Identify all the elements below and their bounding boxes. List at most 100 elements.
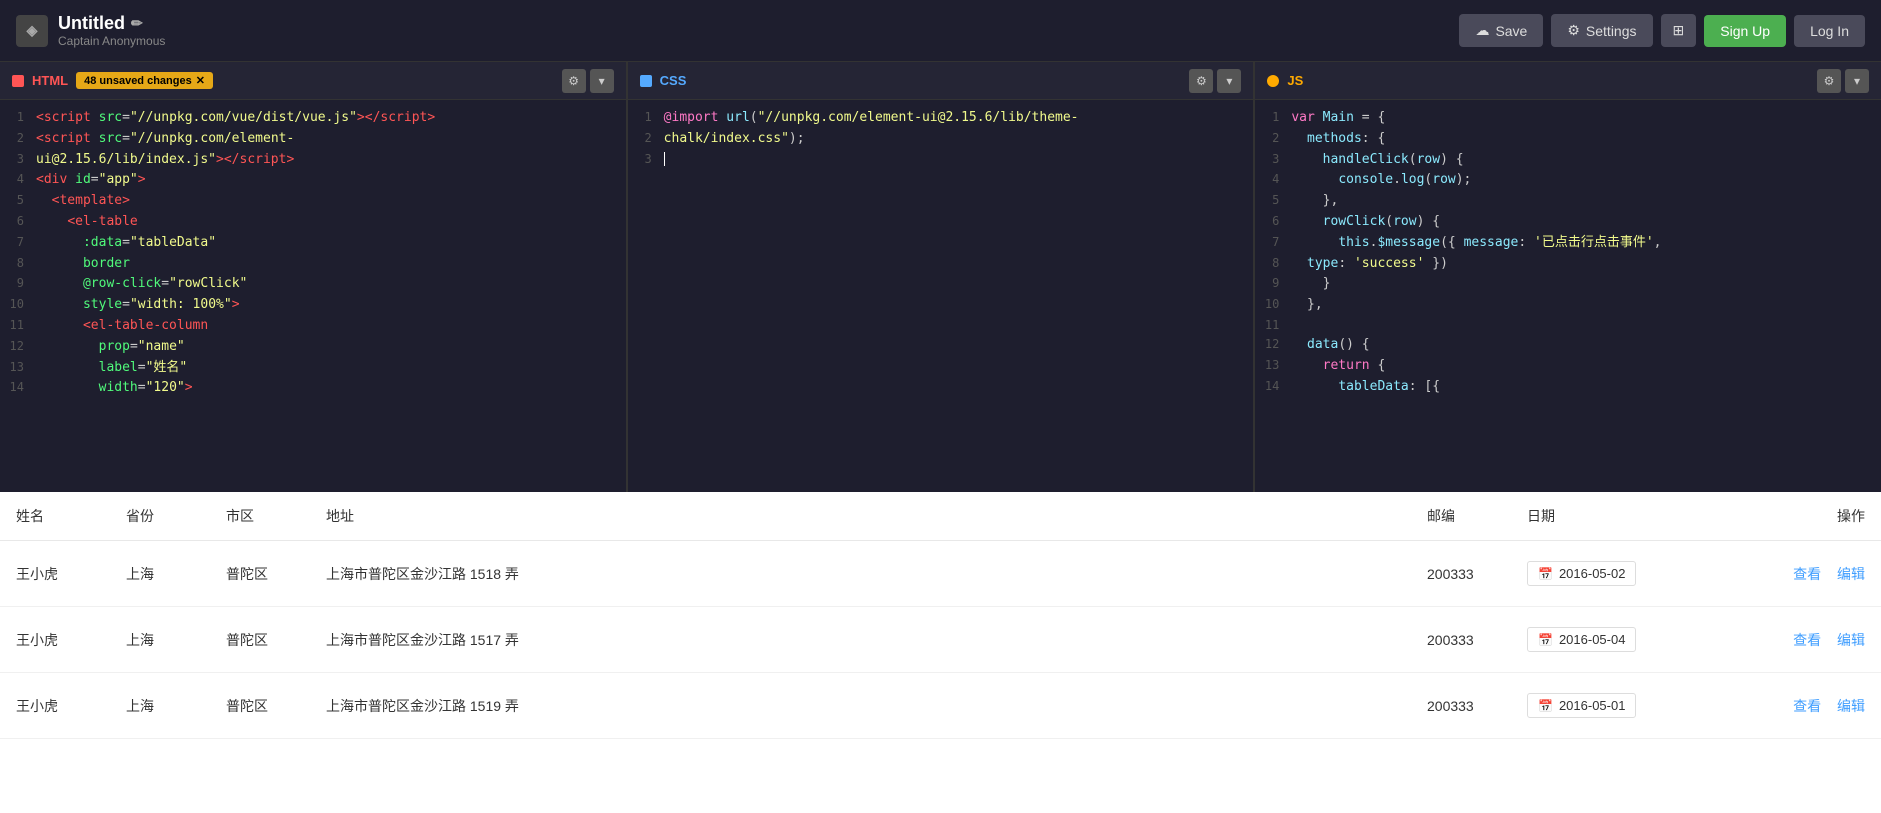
code-line: 12 data() {	[1255, 335, 1881, 356]
gear-icon: ⚙	[1567, 22, 1580, 39]
code-line: 1var Main = {	[1255, 108, 1881, 129]
js-code-area[interactable]: 1var Main = { 2 methods: { 3 handleClick…	[1255, 100, 1881, 492]
cloud-icon: ☁	[1475, 22, 1489, 39]
calendar-icon: 📅	[1538, 699, 1553, 713]
code-line: 3 handleClick(row) {	[1255, 150, 1881, 171]
html-panel-header: HTML 48 unsaved changes ✕ ⚙ ▾	[0, 62, 626, 100]
html-code-area[interactable]: 1<script src="//unpkg.com/vue/dist/vue.j…	[0, 100, 626, 492]
code-line: 7 :data="tableData"	[0, 233, 626, 254]
html-lang-label: HTML	[32, 73, 68, 88]
signup-button[interactable]: Sign Up	[1704, 15, 1786, 47]
login-button[interactable]: Log In	[1794, 15, 1865, 47]
cell-province: 上海	[110, 607, 210, 673]
topnav: ◈ Untitled ✏ Captain Anonymous ☁ Save ⚙ …	[0, 0, 1881, 62]
calendar-icon: 📅	[1538, 567, 1553, 581]
date-badge: 📅 2016-05-02	[1527, 561, 1636, 586]
grid-button[interactable]: ⊞	[1661, 14, 1697, 47]
cell-date: 📅 2016-05-04	[1511, 607, 1671, 673]
edit-button[interactable]: 编辑	[1837, 564, 1865, 584]
cell-name: 王小虎	[0, 673, 110, 739]
css-settings-icon[interactable]: ⚙	[1189, 69, 1213, 93]
code-line: 12 prop="name"	[0, 337, 626, 358]
css-panel-actions: ⚙ ▾	[1189, 69, 1241, 93]
js-panel-actions: ⚙ ▾	[1817, 69, 1869, 93]
code-line: 1@import url("//unpkg.com/element-ui@2.1…	[628, 108, 1254, 129]
view-button[interactable]: 查看	[1793, 564, 1821, 584]
view-button[interactable]: 查看	[1793, 630, 1821, 650]
code-line: 8 type: 'success' })	[1255, 254, 1881, 275]
js-dot	[1267, 75, 1279, 87]
table-header: 姓名 省份 市区 地址 邮编 日期 操作	[0, 492, 1881, 541]
view-button[interactable]: 查看	[1793, 696, 1821, 716]
code-line: 1<script src="//unpkg.com/vue/dist/vue.j…	[0, 108, 626, 129]
js-code-lines: 1var Main = { 2 methods: { 3 handleClick…	[1255, 100, 1881, 406]
edit-icon[interactable]: ✏	[131, 15, 143, 32]
col-city: 市区	[210, 492, 310, 541]
col-name: 姓名	[0, 492, 110, 541]
html-settings-icon[interactable]: ⚙	[562, 69, 586, 93]
cell-name: 王小虎	[0, 541, 110, 607]
cell-city: 普陀区	[210, 607, 310, 673]
cell-zip: 200333	[1411, 673, 1511, 739]
code-line: 9 }	[1255, 274, 1881, 295]
date-badge: 📅 2016-05-04	[1527, 627, 1636, 652]
cell-address: 上海市普陀区金沙江路 1519 弄	[310, 673, 1411, 739]
cell-date: 📅 2016-05-01	[1511, 673, 1671, 739]
js-chevron-icon[interactable]: ▾	[1845, 69, 1869, 93]
cell-name: 王小虎	[0, 607, 110, 673]
edit-button[interactable]: 编辑	[1837, 630, 1865, 650]
col-date: 日期	[1511, 492, 1671, 541]
table-body: 王小虎 上海 普陀区 上海市普陀区金沙江路 1518 弄 200333 📅 20…	[0, 541, 1881, 739]
brand-subtitle: Captain Anonymous	[58, 34, 165, 48]
code-line: 6 rowClick(row) {	[1255, 212, 1881, 233]
editor-area: HTML 48 unsaved changes ✕ ⚙ ▾ 1<script s…	[0, 62, 1881, 492]
html-code-lines: 1<script src="//unpkg.com/vue/dist/vue.j…	[0, 100, 626, 407]
table-row: 王小虎 上海 普陀区 上海市普陀区金沙江路 1519 弄 200333 📅 20…	[0, 673, 1881, 739]
cell-action: 查看 编辑	[1731, 673, 1881, 739]
code-line: 2 methods: {	[1255, 129, 1881, 150]
brand-info: Untitled ✏ Captain Anonymous	[58, 13, 165, 48]
code-line: 13 label="姓名"	[0, 358, 626, 379]
cell-empty	[1671, 673, 1731, 739]
html-dot	[12, 75, 24, 87]
table-row: 王小虎 上海 普陀区 上海市普陀区金沙江路 1518 弄 200333 📅 20…	[0, 541, 1881, 607]
col-address: 地址	[310, 492, 1411, 541]
code-line: 10 style="width: 100%">	[0, 295, 626, 316]
edit-button[interactable]: 编辑	[1837, 696, 1865, 716]
code-line: 5 <template>	[0, 191, 626, 212]
save-label: Save	[1495, 23, 1527, 39]
cell-address: 上海市普陀区金沙江路 1518 弄	[310, 541, 1411, 607]
cell-city: 普陀区	[210, 541, 310, 607]
save-button[interactable]: ☁ Save	[1459, 14, 1543, 47]
login-label: Log In	[1810, 23, 1849, 39]
css-code-area[interactable]: 1@import url("//unpkg.com/element-ui@2.1…	[628, 100, 1254, 492]
js-lang-label: JS	[1287, 73, 1303, 88]
settings-label: Settings	[1586, 23, 1637, 39]
js-panel: JS ⚙ ▾ 1var Main = { 2 methods: { 3 hand…	[1255, 62, 1881, 492]
col-zip: 邮编	[1411, 492, 1511, 541]
date-badge: 📅 2016-05-01	[1527, 693, 1636, 718]
css-chevron-icon[interactable]: ▾	[1217, 69, 1241, 93]
css-dot	[640, 75, 652, 87]
unsaved-count: 48 unsaved changes	[84, 75, 192, 87]
settings-button[interactable]: ⚙ Settings	[1551, 14, 1652, 47]
css-lang-label: CSS	[660, 73, 687, 88]
js-settings-icon[interactable]: ⚙	[1817, 69, 1841, 93]
cell-date: 📅 2016-05-02	[1511, 541, 1671, 607]
cell-empty	[1671, 607, 1731, 673]
html-panel: HTML 48 unsaved changes ✕ ⚙ ▾ 1<script s…	[0, 62, 628, 492]
html-chevron-icon[interactable]: ▾	[590, 69, 614, 93]
code-line: 14 tableData: [{	[1255, 377, 1881, 398]
code-line: 8 border	[0, 254, 626, 275]
cell-address: 上海市普陀区金沙江路 1517 弄	[310, 607, 1411, 673]
unsaved-close-icon[interactable]: ✕	[196, 74, 205, 87]
nav-actions: ☁ Save ⚙ Settings ⊞ Sign Up Log In	[1459, 14, 1865, 47]
table-row: 王小虎 上海 普陀区 上海市普陀区金沙江路 1517 弄 200333 📅 20…	[0, 607, 1881, 673]
signup-label: Sign Up	[1720, 23, 1770, 39]
code-line: 13 return {	[1255, 356, 1881, 377]
grid-icon: ⊞	[1673, 22, 1685, 39]
html-panel-actions: ⚙ ▾	[562, 69, 614, 93]
col-action: 操作	[1731, 492, 1881, 541]
cell-province: 上海	[110, 541, 210, 607]
css-panel-header: CSS ⚙ ▾	[628, 62, 1254, 100]
